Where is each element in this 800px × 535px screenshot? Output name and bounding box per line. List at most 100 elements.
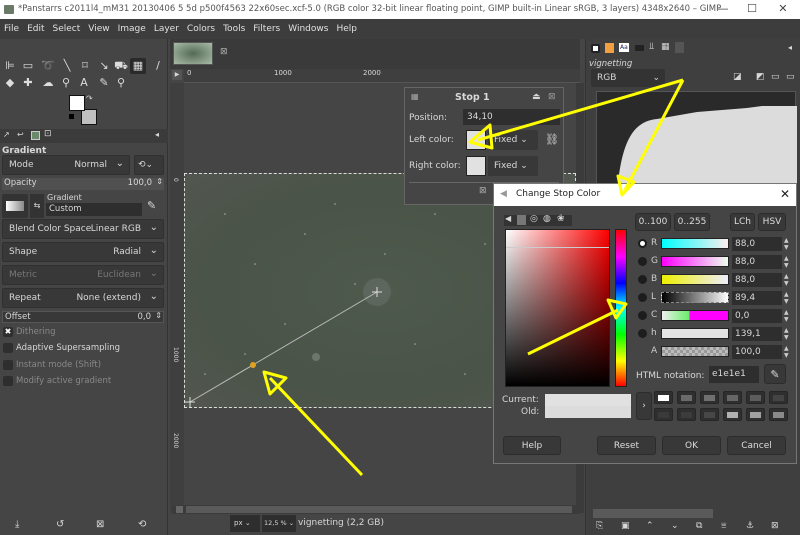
a-value[interactable]: 100,0: [732, 345, 782, 359]
menu-edit[interactable]: Edit: [23, 19, 48, 39]
c-value[interactable]: 0,0: [732, 309, 782, 323]
history-swatch[interactable]: [723, 391, 742, 404]
l-value[interactable]: 89,4: [732, 291, 782, 305]
repeat-select[interactable]: Repeat None (extend) ⌄: [2, 288, 164, 308]
images-tab-icon[interactable]: [31, 131, 40, 140]
menu-filters[interactable]: Filters: [249, 19, 284, 39]
edit-gradient-icon[interactable]: ✎: [147, 199, 156, 212]
h-value[interactable]: 139,1: [732, 327, 782, 341]
menu-colors[interactable]: Colors: [183, 19, 219, 39]
cancel-button[interactable]: Cancel: [727, 436, 786, 455]
colors-tab-icon[interactable]: [605, 43, 614, 53]
color-picker-button[interactable]: ✎: [764, 364, 786, 384]
hsv-button[interactable]: HSV: [758, 213, 786, 231]
history-swatch[interactable]: [654, 391, 673, 404]
tool-options-tab-icon[interactable]: ↗: [3, 130, 10, 139]
log-histogram-icon[interactable]: ◩: [756, 72, 765, 82]
blend-color-space-select[interactable]: Blend Color Space Linear RGB ⌄: [2, 219, 164, 239]
spin-icon[interactable]: ▲ ▼: [784, 273, 789, 287]
gradient-name-field[interactable]: Custom: [46, 203, 142, 216]
spin-icon[interactable]: ▲ ▼: [784, 345, 789, 359]
foreground-color-swatch[interactable]: [69, 95, 85, 111]
gradient-tool-icon[interactable]: ▦: [130, 58, 146, 74]
history-swatch[interactable]: [700, 391, 719, 404]
heal-tool-icon[interactable]: ✚: [20, 75, 36, 91]
transform-tool-icon[interactable]: ↘: [96, 58, 112, 74]
history-swatch[interactable]: [677, 408, 696, 421]
g-value[interactable]: 88,0: [732, 255, 782, 269]
left-color-button[interactable]: [466, 130, 486, 150]
lasso-tool-icon[interactable]: ➰: [40, 58, 56, 74]
left-color-mode-select[interactable]: Fixed ⌄: [488, 130, 538, 150]
reset-button[interactable]: Reset: [597, 436, 656, 455]
menu-windows[interactable]: Windows: [284, 19, 332, 39]
close-dialog-button[interactable]: ✕: [780, 187, 790, 201]
histogram-mode2-icon[interactable]: ▭: [786, 72, 795, 82]
wheel-selector-icon[interactable]: ◍: [543, 214, 551, 224]
history-swatch[interactable]: [677, 391, 696, 404]
history-swatch[interactable]: [769, 391, 788, 404]
hue-slider[interactable]: [615, 229, 627, 387]
anchor-layer-icon[interactable]: ⚓: [746, 521, 754, 531]
chain-link-icon[interactable]: ⛓: [545, 134, 559, 145]
menu-select[interactable]: Select: [49, 19, 85, 39]
lower-layer-icon[interactable]: ⌄: [671, 521, 679, 531]
unit-select[interactable]: px ⌄: [230, 515, 260, 532]
stop-move-up-icon[interactable]: ⏏: [532, 92, 541, 102]
spin-icon[interactable]: ▲ ▼: [784, 255, 789, 269]
horizontal-scrollbar[interactable]: [186, 506, 572, 513]
bucket-fill-tool-icon[interactable]: ⛟: [113, 58, 129, 74]
close-window-button[interactable]: ✕: [768, 1, 798, 17]
l-slider[interactable]: [661, 292, 729, 303]
maximize-button[interactable]: ☐: [737, 1, 767, 17]
zoom-select[interactable]: 12,5 % ⌄: [262, 515, 296, 532]
zoom-tool-icon[interactable]: ⚲: [113, 75, 129, 91]
rect-select-tool-icon[interactable]: ▭: [20, 58, 36, 74]
align-tool-icon[interactable]: ⊫: [2, 58, 18, 74]
layer-scroll[interactable]: [593, 509, 713, 518]
g-radio[interactable]: [638, 257, 647, 266]
h-radio[interactable]: [638, 329, 647, 338]
lch-button[interactable]: LCh: [730, 213, 755, 231]
histogram-mode-icon[interactable]: ▭: [771, 72, 780, 82]
quick-mask-toggle-icon[interactable]: ▶: [172, 70, 182, 80]
paintbrush-tool-icon[interactable]: /: [150, 58, 166, 74]
smudge-tool-icon[interactable]: ☁: [40, 75, 56, 91]
menu-file[interactable]: File: [0, 19, 23, 39]
html-notation-field[interactable]: e1e1e1: [709, 366, 759, 383]
r-slider[interactable]: [661, 238, 729, 249]
color-sv-field[interactable]: [505, 229, 610, 387]
crop-tool-icon[interactable]: ⌑: [77, 58, 93, 74]
history-swatch[interactable]: [769, 408, 788, 421]
menu-image[interactable]: Image: [114, 19, 150, 39]
l-radio[interactable]: [638, 293, 647, 302]
position-field[interactable]: 34,10: [463, 109, 560, 125]
text-tool-icon[interactable]: A: [76, 75, 92, 91]
close-icon[interactable]: ⊠: [479, 186, 487, 196]
delete-options-icon[interactable]: ⊠: [96, 519, 104, 530]
restore-options-icon[interactable]: ↺: [56, 519, 64, 530]
menu-view[interactable]: View: [84, 19, 113, 39]
gradient-preview-button[interactable]: [2, 194, 28, 218]
spin-icon[interactable]: ▲ ▼: [784, 291, 789, 305]
default-colors-icon[interactable]: [69, 114, 74, 119]
raise-layer-icon[interactable]: ⌃: [646, 521, 654, 531]
help-button[interactable]: Help: [503, 436, 561, 455]
device-status-tab-icon[interactable]: ⊡: [44, 129, 52, 139]
offset-slider[interactable]: Offset 0,0 ⇕: [2, 311, 164, 323]
mode-select[interactable]: Mode Normal ⌄: [2, 155, 130, 175]
history-swatch[interactable]: [746, 391, 765, 404]
close-stop-dialog-icon[interactable]: ⊠: [548, 92, 556, 102]
b-value[interactable]: 88,0: [732, 273, 782, 287]
range-0-255-button[interactable]: 0..255: [674, 213, 710, 231]
range-0-100-button[interactable]: 0..100: [635, 213, 671, 231]
ok-button[interactable]: OK: [662, 436, 721, 455]
menu-help[interactable]: Help: [332, 19, 361, 39]
composite-mode-select[interactable]: ⟲⌄: [134, 155, 164, 175]
color-picker-tool-icon[interactable]: ✎: [96, 75, 112, 91]
gimp-selector-icon[interactable]: ◀: [505, 214, 511, 223]
duplicate-layer-icon[interactable]: ⧉: [696, 521, 702, 531]
instant-mode-checkbox[interactable]: [3, 360, 13, 370]
cmyk-selector-icon[interactable]: [517, 215, 526, 225]
patterns-tab-icon[interactable]: [675, 42, 684, 53]
